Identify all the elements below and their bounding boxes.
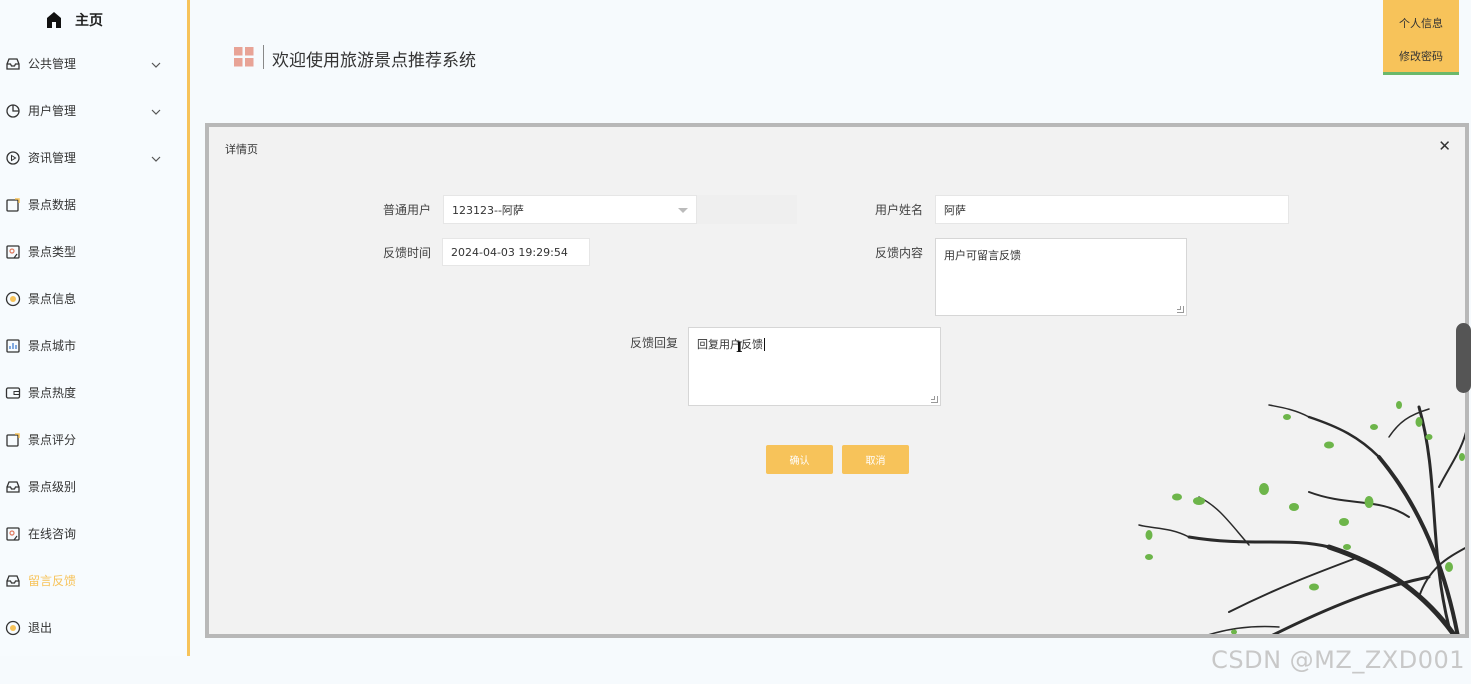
sidebar-item[interactable]: 景点级别: [0, 463, 187, 510]
reply-textarea-value: 回复用户反馈: [697, 338, 763, 351]
sidebar-item-label: 资讯管理: [28, 151, 77, 165]
chevron-down-icon: [151, 57, 161, 71]
time-field[interactable]: 2024-04-03 19:29:54: [442, 238, 590, 266]
time-label: 反馈时间: [382, 246, 431, 260]
scrollbar-thumb[interactable]: [1456, 323, 1471, 393]
select-extension: [697, 195, 797, 224]
sidebar-item-label: 景点类型: [28, 245, 77, 259]
sidebar-item[interactable]: 景点信息: [0, 275, 187, 322]
bookmark-icon: [4, 243, 22, 261]
sidebar-menu: 公共管理用户管理资讯管理景点数据景点类型景点信息景点城市景点热度景点评分景点级别…: [0, 40, 187, 651]
reply-textarea[interactable]: 回复用户反馈: [688, 327, 941, 406]
sidebar-item[interactable]: 景点城市: [0, 322, 187, 369]
home-icon: [47, 12, 61, 28]
home-link[interactable]: 主页: [0, 0, 187, 40]
inbox-icon: [4, 478, 22, 496]
sidebar-item-label: 景点城市: [28, 339, 77, 353]
sidebar: 主页 公共管理用户管理资讯管理景点数据景点类型景点信息景点城市景点热度景点评分景…: [0, 0, 190, 656]
sidebar-item[interactable]: 景点数据: [0, 181, 187, 228]
content-label: 反馈内容: [874, 246, 923, 260]
sidebar-item[interactable]: 用户管理: [0, 87, 187, 134]
sidebar-item-label: 景点热度: [28, 386, 77, 400]
sidebar-item[interactable]: 资讯管理: [0, 134, 187, 181]
chevron-down-icon: [678, 208, 688, 213]
sidebar-item[interactable]: 退出: [0, 604, 187, 651]
sidebar-item[interactable]: 景点评分: [0, 416, 187, 463]
tree-illustration: [1138, 401, 1465, 634]
time-field-value: 2024-04-03 19:29:54: [451, 245, 568, 259]
sidebar-item-label: 用户管理: [28, 104, 77, 118]
sidebar-item[interactable]: 留言反馈: [0, 557, 187, 604]
sidebar-item-label: 景点评分: [28, 433, 77, 447]
name-label: 用户姓名: [874, 203, 923, 217]
sidebar-item-label: 公共管理: [28, 57, 77, 71]
user-label: 普通用户: [382, 203, 431, 217]
sidebar-item-label: 退出: [28, 621, 53, 635]
sidebar-item[interactable]: 在线咨询: [0, 510, 187, 557]
inbox-icon: [4, 572, 22, 590]
resize-grip-icon[interactable]: [1177, 306, 1184, 313]
sidebar-item-label: 在线咨询: [28, 527, 77, 541]
user-select[interactable]: 123123--阿萨: [443, 195, 697, 224]
grid-icon: [234, 47, 254, 67]
inbox-icon: [4, 55, 22, 73]
name-field-value: 阿萨: [944, 203, 966, 217]
chevron-down-icon: [151, 151, 161, 165]
content-textarea[interactable]: 用户可留言反馈: [935, 238, 1187, 316]
sidebar-item-label: 景点数据: [28, 198, 77, 212]
wallet-icon: [4, 384, 22, 402]
sun-icon: [4, 619, 22, 637]
profile-link[interactable]: 个人信息: [1383, 0, 1459, 37]
sidebar-item-label: 景点级别: [28, 480, 77, 494]
cancel-button[interactable]: 取消: [842, 445, 909, 474]
name-field[interactable]: 阿萨: [935, 195, 1289, 224]
edit-icon: [4, 196, 22, 214]
bar-chart-icon: [4, 337, 22, 355]
sun-icon: [4, 290, 22, 308]
chevron-down-icon: [151, 104, 161, 118]
sidebar-item[interactable]: 景点热度: [0, 369, 187, 416]
text-caret: [764, 338, 765, 351]
home-label: 主页: [75, 13, 103, 29]
sidebar-item[interactable]: 景点类型: [0, 228, 187, 275]
sidebar-item-label: 留言反馈: [28, 574, 77, 588]
content-textarea-value: 用户可留言反馈: [944, 249, 1021, 262]
watermark: CSDN @MZ_ZXD001: [1211, 646, 1465, 674]
pie-chart-icon: [4, 102, 22, 120]
edit-icon: [4, 431, 22, 449]
user-select-value: 123123--阿萨: [452, 203, 524, 217]
resize-grip-icon[interactable]: [931, 396, 938, 403]
detail-dialog: 详情页 ✕ 普通用户 123123--阿萨 用户姓名 阿萨 反馈时间 2024-…: [205, 123, 1469, 638]
sidebar-item[interactable]: 公共管理: [0, 40, 187, 87]
reply-label: 反馈回复: [629, 336, 678, 350]
dialog-title: 详情页: [225, 143, 258, 156]
page-title: 欢迎使用旅游景点推荐系统: [272, 51, 476, 71]
sidebar-item-label: 景点信息: [28, 292, 77, 306]
header-divider: [263, 45, 264, 69]
confirm-button[interactable]: 确认: [766, 445, 833, 474]
close-icon[interactable]: ✕: [1438, 137, 1451, 155]
text-cursor-icon: I: [736, 340, 743, 356]
play-circle-icon: [4, 149, 22, 167]
bookmark-icon: [4, 525, 22, 543]
user-menu: 个人信息 修改密码: [1383, 0, 1459, 75]
change-password-link[interactable]: 修改密码: [1383, 37, 1459, 74]
